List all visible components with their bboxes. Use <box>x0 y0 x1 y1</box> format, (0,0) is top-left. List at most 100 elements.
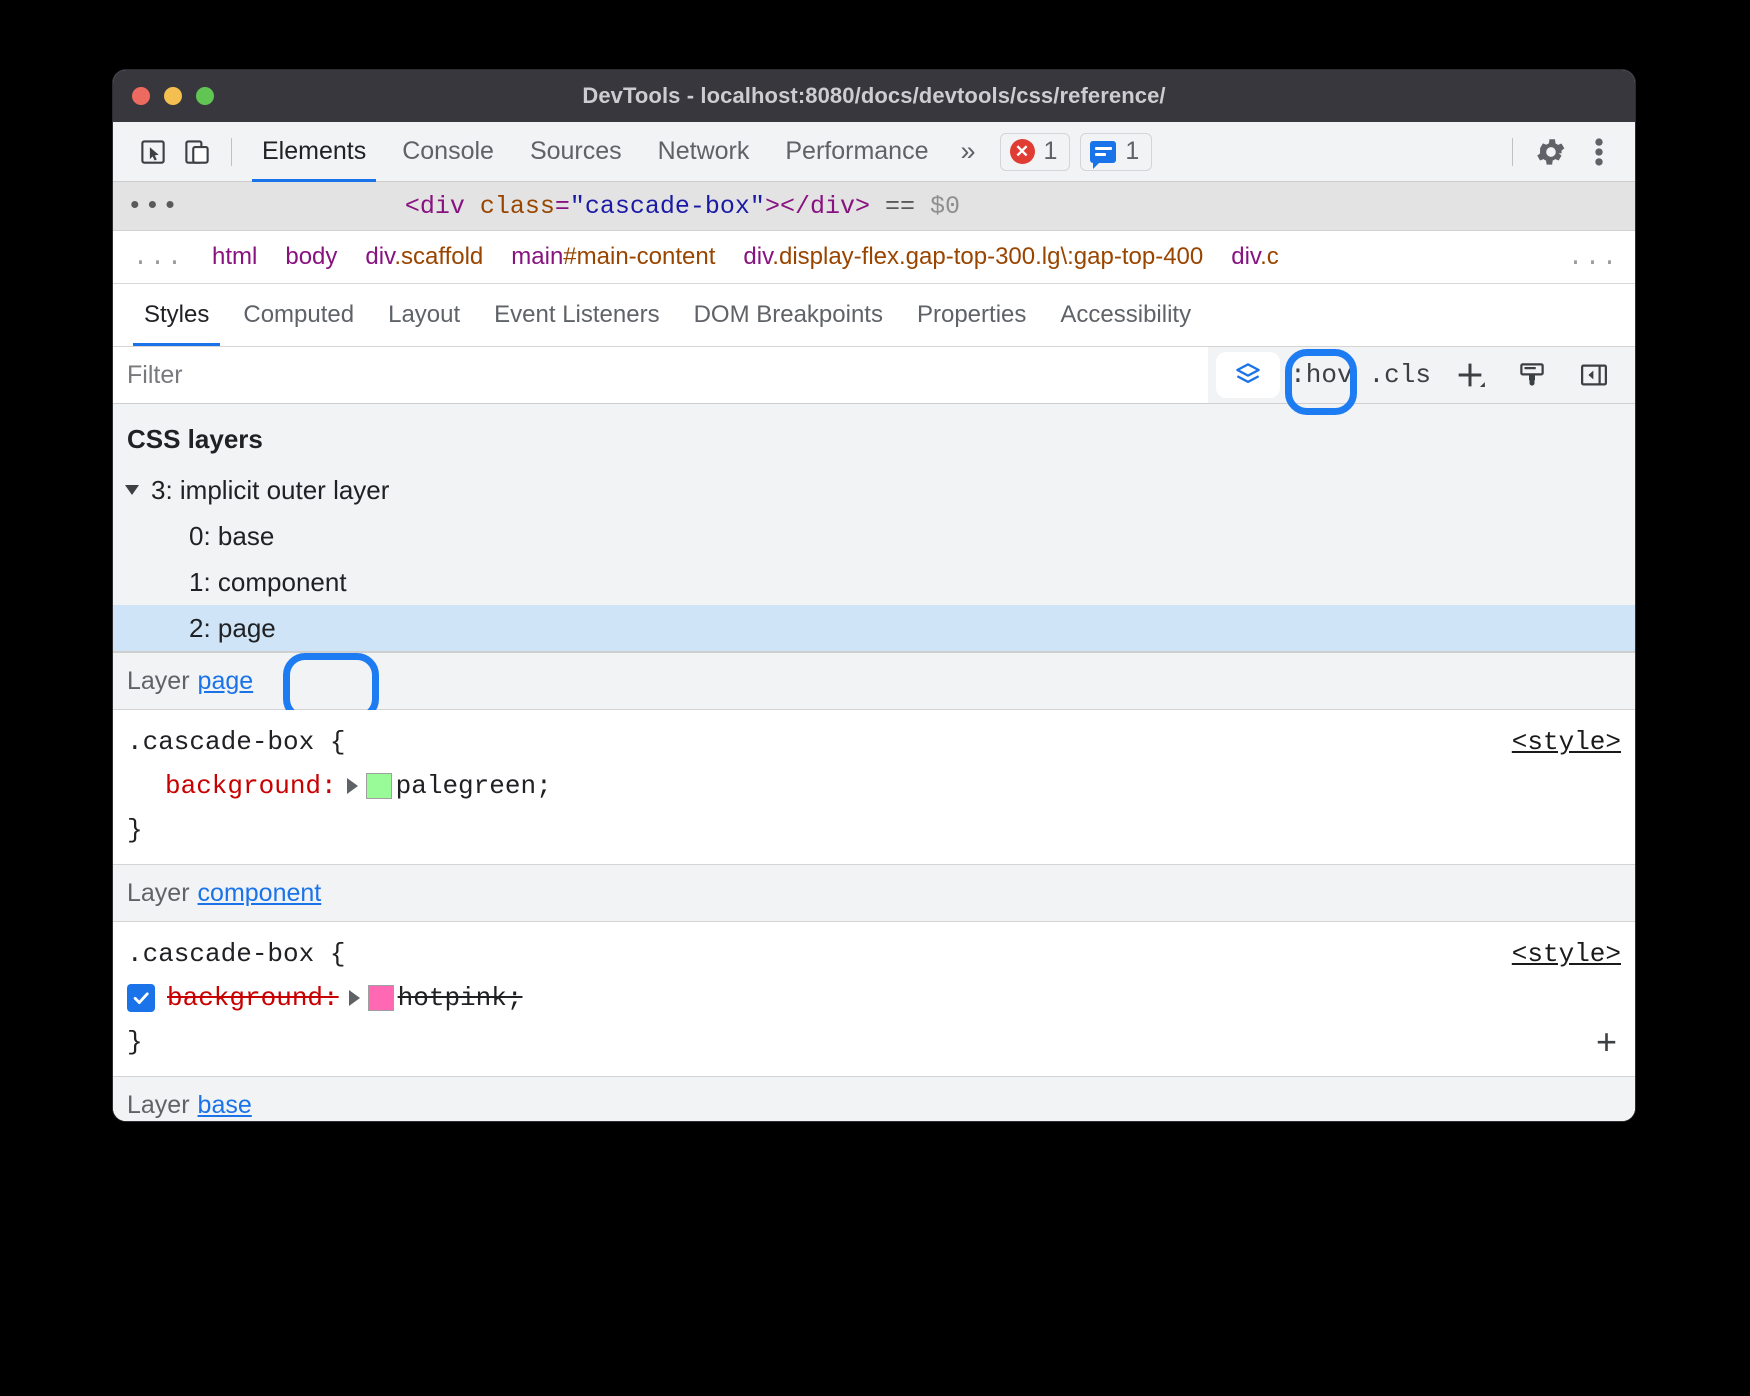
layer-link-base[interactable]: base <box>198 1091 252 1120</box>
declaration-property-component[interactable]: background <box>167 983 323 1013</box>
tab-console[interactable]: Console <box>384 122 512 182</box>
toggle-pseudo-class-button[interactable]: :hov <box>1284 352 1358 398</box>
dom-ellipsis[interactable]: ••• <box>127 191 190 221</box>
paintbrush-icon[interactable] <box>1503 352 1561 398</box>
devtools-toolbar: Elements Console Sources Network Perform… <box>113 122 1635 182</box>
sidebar-toggle-icon[interactable] <box>1565 352 1623 398</box>
tab-layout[interactable]: Layout <box>371 284 477 346</box>
layer-link-component[interactable]: component <box>198 879 322 908</box>
layer-tree-item-page[interactable]: 2: page <box>113 605 1635 651</box>
declaration-colon-page: : <box>321 771 337 801</box>
tab-computed[interactable]: Computed <box>226 284 371 346</box>
breadcrumb-item-div-flex-class: .display-flex.gap-top-300.lg\:gap-top-40… <box>772 243 1203 270</box>
gear-icon[interactable] <box>1529 130 1573 174</box>
rule-close-brace-page-label: } <box>127 815 143 845</box>
tab-performance-label: Performance <box>785 137 928 166</box>
breadcrumb-item-div-scaffold-class: .scaffold <box>394 243 483 270</box>
css-layers-icon[interactable] <box>1216 352 1280 398</box>
declaration-row-component-background[interactable]: background : hotpink; <box>113 976 1635 1020</box>
layer-tree-item-component[interactable]: 1: component <box>113 559 1635 605</box>
tab-layout-label: Layout <box>388 301 460 329</box>
tab-elements[interactable]: Elements <box>244 122 384 182</box>
tab-accessibility[interactable]: Accessibility <box>1043 284 1208 346</box>
tab-event-listeners[interactable]: Event Listeners <box>477 284 676 346</box>
tab-console-label: Console <box>402 137 494 166</box>
error-count-badge[interactable]: ✕ 1 <box>1000 133 1071 171</box>
css-layers-title: CSS layers <box>113 418 1635 467</box>
declaration-enabled-checkbox-component[interactable] <box>127 984 155 1012</box>
tab-properties[interactable]: Properties <box>900 284 1043 346</box>
css-layers-pane: CSS layers 3: implicit outer layer 0: ba… <box>113 404 1635 653</box>
breadcrumb: ... html body div.scaffold main#main-con… <box>113 231 1635 284</box>
chevron-down-icon[interactable] <box>125 485 139 495</box>
tab-dom-breakpoints[interactable]: DOM Breakpoints <box>677 284 900 346</box>
search-input[interactable] <box>113 347 1208 403</box>
layer-header-base: Layer base <box>113 1077 1635 1121</box>
declaration-row-page-background[interactable]: background : palegreen; <box>113 764 1635 808</box>
breadcrumb-item-main[interactable]: main#main-content <box>497 243 729 271</box>
tab-accessibility-label: Accessibility <box>1060 301 1191 329</box>
breadcrumb-overflow-left[interactable]: ... <box>125 243 198 272</box>
layer-header-base-label: Layer <box>127 1091 190 1120</box>
rule-selector-line-page[interactable]: .cascade-box { <style> <box>113 720 1635 764</box>
rule-selector-line-component[interactable]: .cascade-box { <style> <box>113 932 1635 976</box>
dom-equals: == <box>885 192 915 221</box>
window-title: DevTools - localhost:8080/docs/devtools/… <box>113 83 1635 109</box>
declaration-property-page[interactable]: background <box>165 771 321 801</box>
layer-link-page[interactable]: page <box>198 667 254 696</box>
toggle-element-classes-button[interactable]: .cls <box>1363 352 1437 398</box>
inspect-cursor-icon[interactable] <box>131 130 175 174</box>
message-bubble-icon <box>1090 141 1116 163</box>
layer-header-page-label: Layer <box>127 667 190 696</box>
breadcrumb-item-div-flex-tag: div <box>743 243 772 270</box>
error-count-label: 1 <box>1044 137 1058 166</box>
add-declaration-button-component[interactable]: + <box>1596 1024 1617 1060</box>
declaration-value-component[interactable]: hotpink; <box>398 983 523 1013</box>
breadcrumb-item-div-cascade[interactable]: div.c <box>1217 243 1293 271</box>
breadcrumb-item-html[interactable]: html <box>198 243 271 271</box>
rule-block-page: .cascade-box { <style> background : pale… <box>113 710 1635 865</box>
tab-styles[interactable]: Styles <box>127 284 226 346</box>
dom-tag-name: div <box>420 192 465 221</box>
dom-attr-eq: = <box>555 192 570 221</box>
zoom-window-button[interactable] <box>196 87 214 105</box>
layer-header-component: Layer component <box>113 865 1635 922</box>
more-tabs-icon[interactable]: » <box>946 136 989 167</box>
rule-selector-component: .cascade-box { <box>127 939 345 969</box>
dom-attr-value: "cascade-box" <box>570 192 765 221</box>
tab-properties-label: Properties <box>917 301 1026 329</box>
breadcrumb-item-div-cascade-tag: div <box>1231 243 1260 270</box>
layer-tree-root[interactable]: 3: implicit outer layer <box>113 467 1635 513</box>
layer-tree-root-label: 3: implicit outer layer <box>151 475 389 506</box>
color-swatch-palegreen[interactable] <box>366 773 392 799</box>
tab-performance[interactable]: Performance <box>767 122 946 182</box>
message-count-badge[interactable]: 1 <box>1080 133 1152 171</box>
tab-sources-label: Sources <box>530 137 622 166</box>
tab-network[interactable]: Network <box>640 122 768 182</box>
dom-node-code[interactable]: <div class="cascade-box"></div> == $0 <box>405 192 960 221</box>
breadcrumb-item-div-scaffold[interactable]: div.scaffold <box>351 243 497 271</box>
breadcrumb-item-div-flex[interactable]: div.display-flex.gap-top-300.lg\:gap-top… <box>729 243 1217 271</box>
rule-selector-page: .cascade-box { <box>127 727 345 757</box>
rule-source-link-page[interactable]: <style> <box>1512 727 1621 757</box>
tab-dom-breakpoints-label: DOM Breakpoints <box>694 301 883 329</box>
rule-close-brace-page: } <box>113 808 1635 852</box>
minimize-window-button[interactable] <box>164 87 182 105</box>
chevron-right-icon[interactable] <box>349 990 360 1006</box>
three-dot-menu-icon[interactable] <box>1577 130 1621 174</box>
screenshot-root: DevTools - localhost:8080/docs/devtools/… <box>0 0 1750 1396</box>
breadcrumb-item-body[interactable]: body <box>271 243 351 271</box>
close-window-button[interactable] <box>132 87 150 105</box>
breadcrumb-overflow-right[interactable]: ... <box>1560 243 1635 272</box>
plus-icon[interactable] <box>1441 352 1499 398</box>
tab-sources[interactable]: Sources <box>512 122 640 182</box>
layer-tree-item-base[interactable]: 0: base <box>113 513 1635 559</box>
color-swatch-hotpink[interactable] <box>368 985 394 1011</box>
chevron-right-icon[interactable] <box>347 778 358 794</box>
rule-source-link-component[interactable]: <style> <box>1512 939 1621 969</box>
dom-close-tag: </div> <box>780 192 870 221</box>
declaration-value-page[interactable]: palegreen; <box>396 771 552 801</box>
layer-tree-item-component-label: 1: component <box>189 567 347 598</box>
dom-open-lt: < <box>405 192 420 221</box>
device-toggle-icon[interactable] <box>175 130 219 174</box>
